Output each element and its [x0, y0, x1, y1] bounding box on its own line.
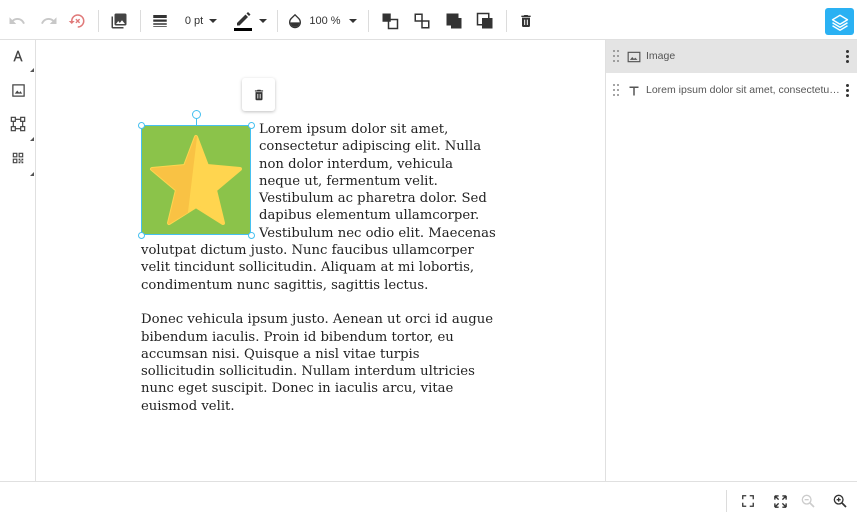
image-library-button[interactable] [108, 8, 130, 34]
bring-forward-button[interactable] [379, 8, 401, 34]
stroke-width-value: 0 pt [184, 15, 204, 27]
rotation-connector [196, 118, 197, 125]
fit-screen-button[interactable] [737, 490, 759, 512]
resize-handle-top-right[interactable] [248, 122, 255, 129]
image-icon [626, 49, 642, 65]
stroke-color-icon [234, 12, 252, 31]
submenu-corner-icon [30, 172, 34, 176]
drag-handle-icon[interactable] [613, 50, 621, 62]
qr-code-tool-icon [12, 152, 24, 164]
send-to-back-icon [476, 12, 493, 29]
chevron-down-icon [348, 19, 357, 23]
redo-button[interactable] [38, 8, 60, 34]
opacity-value: 100 % [309, 15, 341, 27]
zoom-in-button[interactable] [829, 490, 851, 512]
qr-code-tool-button[interactable] [6, 146, 30, 170]
undo-icon [9, 17, 25, 24]
layer-row-image[interactable]: Image [606, 40, 857, 73]
zoom-in-icon [833, 494, 847, 508]
reset-icon [68, 14, 85, 28]
resize-handle-top-left[interactable] [138, 122, 145, 129]
more-options-icon[interactable] [844, 50, 850, 64]
more-options-icon[interactable] [844, 84, 850, 98]
rotation-handle[interactable] [192, 110, 201, 119]
bring-forward-icon [382, 13, 399, 30]
image-tool-button[interactable] [6, 78, 30, 102]
layer-row-text[interactable]: Lorem ipsum dolor sit amet, consectetur … [606, 74, 857, 107]
delete-selection-button[interactable] [242, 78, 275, 111]
fullscreen-icon [773, 494, 787, 508]
text-tool-icon [13, 50, 23, 62]
chevron-down-icon [209, 19, 218, 23]
star-image [150, 135, 242, 225]
design-canvas[interactable]: Lorem ipsum dolor sit amet, consectetur … [37, 40, 605, 481]
zoom-out-button[interactable] [797, 490, 819, 512]
submenu-corner-icon [30, 68, 34, 72]
delete-icon [521, 15, 531, 27]
image-element[interactable] [141, 125, 251, 235]
layers-panel-button[interactable] [825, 8, 854, 35]
left-toolbar [0, 40, 36, 481]
bottom-toolbar [0, 481, 857, 520]
undo-button[interactable] [6, 8, 28, 34]
delete-button[interactable] [515, 8, 537, 34]
toolbar-separator [98, 10, 99, 32]
text-icon [626, 83, 642, 99]
fullscreen-button[interactable] [769, 490, 791, 512]
stroke-width-dropdown[interactable]: 0 pt [180, 8, 222, 34]
toolbar-separator [277, 10, 278, 32]
image-tool-icon [11, 83, 25, 97]
fit-screen-icon [742, 495, 754, 507]
stroke-color-dropdown[interactable] [232, 8, 268, 34]
toolbar-separator [368, 10, 369, 32]
resize-handle-bottom-left[interactable] [138, 232, 145, 239]
opacity-icon [289, 13, 302, 29]
chevron-down-icon [259, 19, 267, 23]
bring-to-front-icon [446, 13, 462, 29]
send-backward-icon [414, 13, 430, 29]
layers-panel: Image Lorem ipsum dolor sit amet, consec… [605, 40, 857, 481]
toolbar-separator [506, 10, 507, 32]
paragraph-2: Donec vehicula ipsum justo. Aenean ut or… [141, 312, 494, 414]
submenu-corner-icon [30, 137, 34, 141]
bring-to-front-button[interactable] [443, 8, 465, 34]
top-toolbar: 0 pt 100 % [0, 0, 857, 40]
resize-handle-bottom-right[interactable] [248, 232, 255, 239]
shape-tool-button[interactable] [6, 112, 30, 136]
zoom-out-icon [801, 494, 815, 508]
send-backward-button[interactable] [411, 8, 433, 34]
opacity-dropdown[interactable]: 100 % [287, 8, 357, 34]
drag-handle-icon[interactable] [613, 84, 621, 96]
line-weight-icon [153, 15, 167, 27]
line-weight-button[interactable] [149, 8, 171, 34]
layers-icon [831, 14, 848, 31]
layer-label: Image [646, 50, 676, 62]
toolbar-separator [140, 10, 141, 32]
send-to-back-button[interactable] [474, 8, 496, 34]
delete-icon [254, 89, 263, 100]
layer-label: Lorem ipsum dolor sit amet, consectetur … [646, 84, 841, 96]
redo-icon [41, 17, 57, 24]
shape-tool-icon [10, 116, 26, 132]
toolbar-separator [726, 490, 727, 512]
text-tool-button[interactable] [6, 44, 30, 68]
reset-button[interactable] [66, 8, 88, 34]
image-library-icon [111, 13, 127, 29]
